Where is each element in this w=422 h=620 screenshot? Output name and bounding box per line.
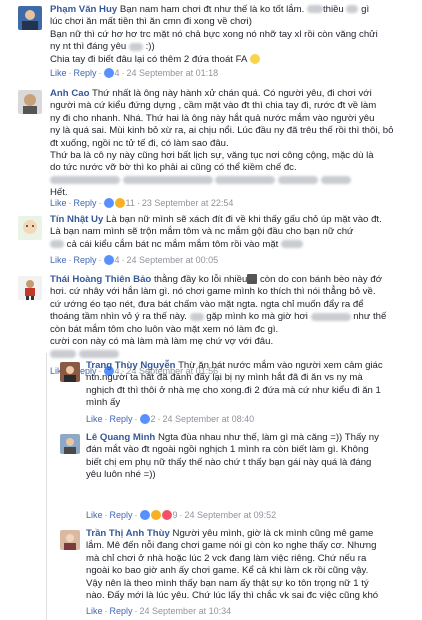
avatar[interactable] xyxy=(18,216,42,240)
timestamp[interactable]: 24 September at 00:05 xyxy=(127,255,219,265)
timestamp[interactable]: 24 September at 09:52 xyxy=(185,510,277,520)
reply-button[interactable]: Reply xyxy=(74,255,97,265)
reply-button[interactable]: Reply xyxy=(74,198,97,208)
commenter-name[interactable]: Thái Hoàng Thiên Bảo xyxy=(50,274,151,285)
avatar[interactable] xyxy=(60,362,80,382)
like-reaction-icon[interactable] xyxy=(103,68,114,78)
comment: Tín Nhật Uy Là bạn nữ mình sẽ xách đít đ… xyxy=(0,212,422,268)
avatar[interactable] xyxy=(18,276,42,300)
comment: Thái Hoàng Thiên Bảo thằng đầy ko lỗi nh… xyxy=(0,272,422,376)
like-button[interactable]: Like xyxy=(86,510,103,520)
timestamp[interactable]: 24 September at 08:40 xyxy=(163,414,255,424)
reply: Lê Quang Minh Ngta đùa nhau như thế, làm… xyxy=(0,430,422,520)
reaction-count[interactable]: 4 xyxy=(115,255,120,265)
timestamp[interactable]: 24 September at 10:34 xyxy=(140,606,232,616)
like-reaction-icon[interactable] xyxy=(103,198,114,208)
comment: Anh Cao Thứ nhất là ông này hành xử chán… xyxy=(0,84,422,210)
reply-button[interactable]: Reply xyxy=(74,68,97,78)
like-button[interactable]: Like xyxy=(50,68,67,78)
reply-button[interactable]: Reply xyxy=(110,606,133,616)
commenter-name[interactable]: Trần Thị Anh Thùy xyxy=(86,528,170,539)
haha-reaction-icon[interactable] xyxy=(150,510,161,520)
commenter-name[interactable]: Tín Nhật Uy xyxy=(50,214,103,225)
timestamp[interactable]: 24 September at 01:18 xyxy=(127,68,219,78)
emoji-icon xyxy=(249,53,260,64)
avatar[interactable] xyxy=(60,434,80,454)
emoji-icon xyxy=(247,274,258,284)
like-button[interactable]: Like xyxy=(86,606,103,616)
reaction-count[interactable]: 4 xyxy=(115,68,120,78)
avatar[interactable] xyxy=(60,530,80,550)
avatar[interactable] xyxy=(18,90,42,114)
like-reaction-icon[interactable] xyxy=(103,255,114,265)
like-button[interactable]: Like xyxy=(86,414,103,424)
reply-button[interactable]: Reply xyxy=(110,510,133,520)
like-reaction-icon[interactable] xyxy=(139,414,150,424)
commenter-name[interactable]: Trang Thùy Nguyễn xyxy=(86,360,176,371)
avatar[interactable] xyxy=(18,6,42,30)
love-reaction-icon[interactable] xyxy=(161,510,172,520)
reply-button[interactable]: Reply xyxy=(110,414,133,424)
reaction-count[interactable]: 2 xyxy=(151,414,156,424)
reply: Trần Thị Anh Thùy Người yêu mình, giờ là… xyxy=(0,526,422,620)
haha-reaction-icon[interactable] xyxy=(114,198,125,208)
reaction-count[interactable]: 9 xyxy=(173,510,178,520)
comment: Phạm Văn Huy Bạn nam ham chơi đt như thế… xyxy=(0,0,422,84)
like-reaction-icon[interactable] xyxy=(139,510,150,520)
commenter-name[interactable]: Phạm Văn Huy xyxy=(50,4,117,15)
timestamp[interactable]: 23 September at 22:54 xyxy=(142,198,234,208)
reaction-count[interactable]: 11 xyxy=(126,198,135,208)
commenter-name[interactable]: Anh Cao xyxy=(50,88,89,99)
commenter-name[interactable]: Lê Quang Minh xyxy=(86,432,155,443)
like-button[interactable]: Like xyxy=(50,255,67,265)
like-button[interactable]: Like xyxy=(50,198,67,208)
